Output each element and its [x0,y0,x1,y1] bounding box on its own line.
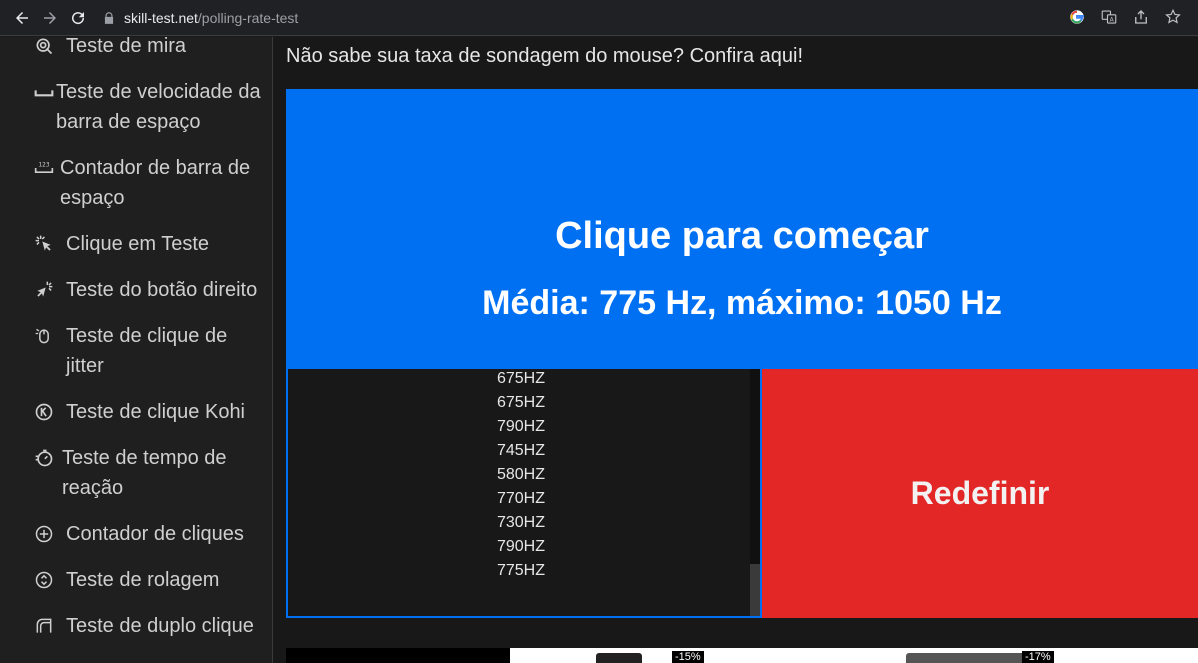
ad-banner[interactable]: -15% -17% [286,648,1198,663]
log-entry: 770HZ [496,490,546,507]
sidebar-item-label: Teste de clique Kohi [66,401,246,423]
log-entry: 730HZ [496,514,546,531]
scroll-icon [34,565,58,595]
right-click-icon [34,275,58,305]
svg-text:123: 123 [38,162,49,168]
sidebar-item-label: Teste do botão direito [66,279,258,301]
url-host: skill-test.net [124,9,198,26]
click-icon [34,229,58,259]
sidebar-item-scroll-test[interactable]: Teste de rolagem [34,565,266,595]
sidebar-item-click-counter[interactable]: Contador de cliques [34,519,266,549]
log-entry: 775HZ [496,562,546,579]
log-entry: 580HZ [496,466,546,483]
back-arrow-icon [16,11,28,24]
browser-toolbar: skill-test.net/polling-rate-test A [0,0,1198,36]
log-entry: 675HZ [496,370,546,387]
sidebar-item-right-click-test[interactable]: Teste do botão direito [34,275,266,305]
translate-icon[interactable]: A [1098,6,1120,28]
ad-product-image [596,653,642,663]
polling-rate-log[interactable]: 675HZ 675HZ 790HZ 745HZ 580HZ 770HZ 730HZ 790HZ… [286,369,762,618]
url-path: /polling-rate-test [197,9,299,26]
forward-arrow-icon [44,11,56,24]
share-icon[interactable] [1130,6,1152,28]
sidebar-item-click-test[interactable]: Clique em Teste [34,229,266,259]
sidebar-item-reaction-time[interactable]: Teste de tempo de reação [34,443,266,503]
jitter-click-icon [34,321,58,351]
double-click-icon [34,611,58,641]
discount-badge: -17% [1022,651,1054,663]
reload-button[interactable] [64,4,92,32]
crosshair-icon [34,37,58,61]
page-hint: Não sabe sua taxa de sondagem do mouse? … [286,45,804,67]
address-bar[interactable]: skill-test.net/polling-rate-test [102,10,298,26]
sidebar-item-label: Teste de tempo de reação [62,447,227,499]
ad-image-left [286,648,510,663]
log-entry: 790HZ [496,538,546,555]
sidebar-item-spacebar-speed[interactable]: Teste de velocidade da barra de espaço [34,77,266,137]
click-area-title: Clique para começar [555,215,929,257]
log-entry: 790HZ [496,418,546,435]
sidebar-item-jitter-click[interactable]: Teste de clique de jitter [34,321,266,381]
sidebar-item-kohi-click[interactable]: Teste de clique Kohi [34,397,266,427]
sidebar-item-aim-test[interactable]: Teste de mira [34,37,266,61]
sidebar-item-label: Teste de duplo clique [66,615,254,637]
sidebar: Teste de mira Teste de velocidade da bar… [0,37,273,663]
log-entry: 745HZ [496,442,546,459]
click-area-stats: Média: 775 Hz, máximo: 1050 Hz [482,284,1002,322]
sidebar-item-label: Clique em Teste [66,233,210,255]
lock-icon [104,11,114,24]
log-entry: 675HZ [496,394,546,411]
sidebar-item-double-click[interactable]: Teste de duplo clique [34,611,266,641]
polling-rate-list: 675HZ 675HZ 790HZ 745HZ 580HZ 770HZ 730HZ 790HZ… [288,369,754,583]
forward-button[interactable] [36,4,64,32]
log-scrollbar-thumb[interactable] [750,564,760,616]
sidebar-item-label: Contador de cliques [66,523,244,545]
main-content: Não sabe sua taxa de sondagem do mouse? … [274,37,1198,663]
sidebar-item-label: Teste de clique de jitter [66,325,228,377]
google-lens-icon[interactable] [1066,6,1088,28]
discount-badge: -15% [672,651,704,663]
sidebar-item-spacebar-counter[interactable]: 123 Contador de barra de espaço [34,153,266,213]
sidebar-item-label: Teste de velocidade da barra de espaço [56,81,261,133]
kohi-icon [34,397,58,427]
bookmark-star-icon[interactable] [1162,6,1184,28]
reload-icon [72,11,85,24]
click-to-start-area[interactable]: Clique para começar Média: 775 Hz, máxim… [286,89,1198,369]
reset-button[interactable]: Redefinir [762,369,1198,618]
plus-circle-icon [34,519,58,549]
spacebar-icon [34,77,56,107]
log-scrollbar[interactable] [750,369,760,616]
sidebar-item-label: Teste de rolagem [66,569,220,591]
sidebar-item-label: Teste de mira [66,37,187,57]
stopwatch-icon [34,443,58,473]
back-button[interactable] [8,4,36,32]
sidebar-item-label: Contador de barra de espaço [60,157,251,209]
spacebar-counter-icon: 123 [34,153,58,183]
ad-product-image [906,653,1026,663]
